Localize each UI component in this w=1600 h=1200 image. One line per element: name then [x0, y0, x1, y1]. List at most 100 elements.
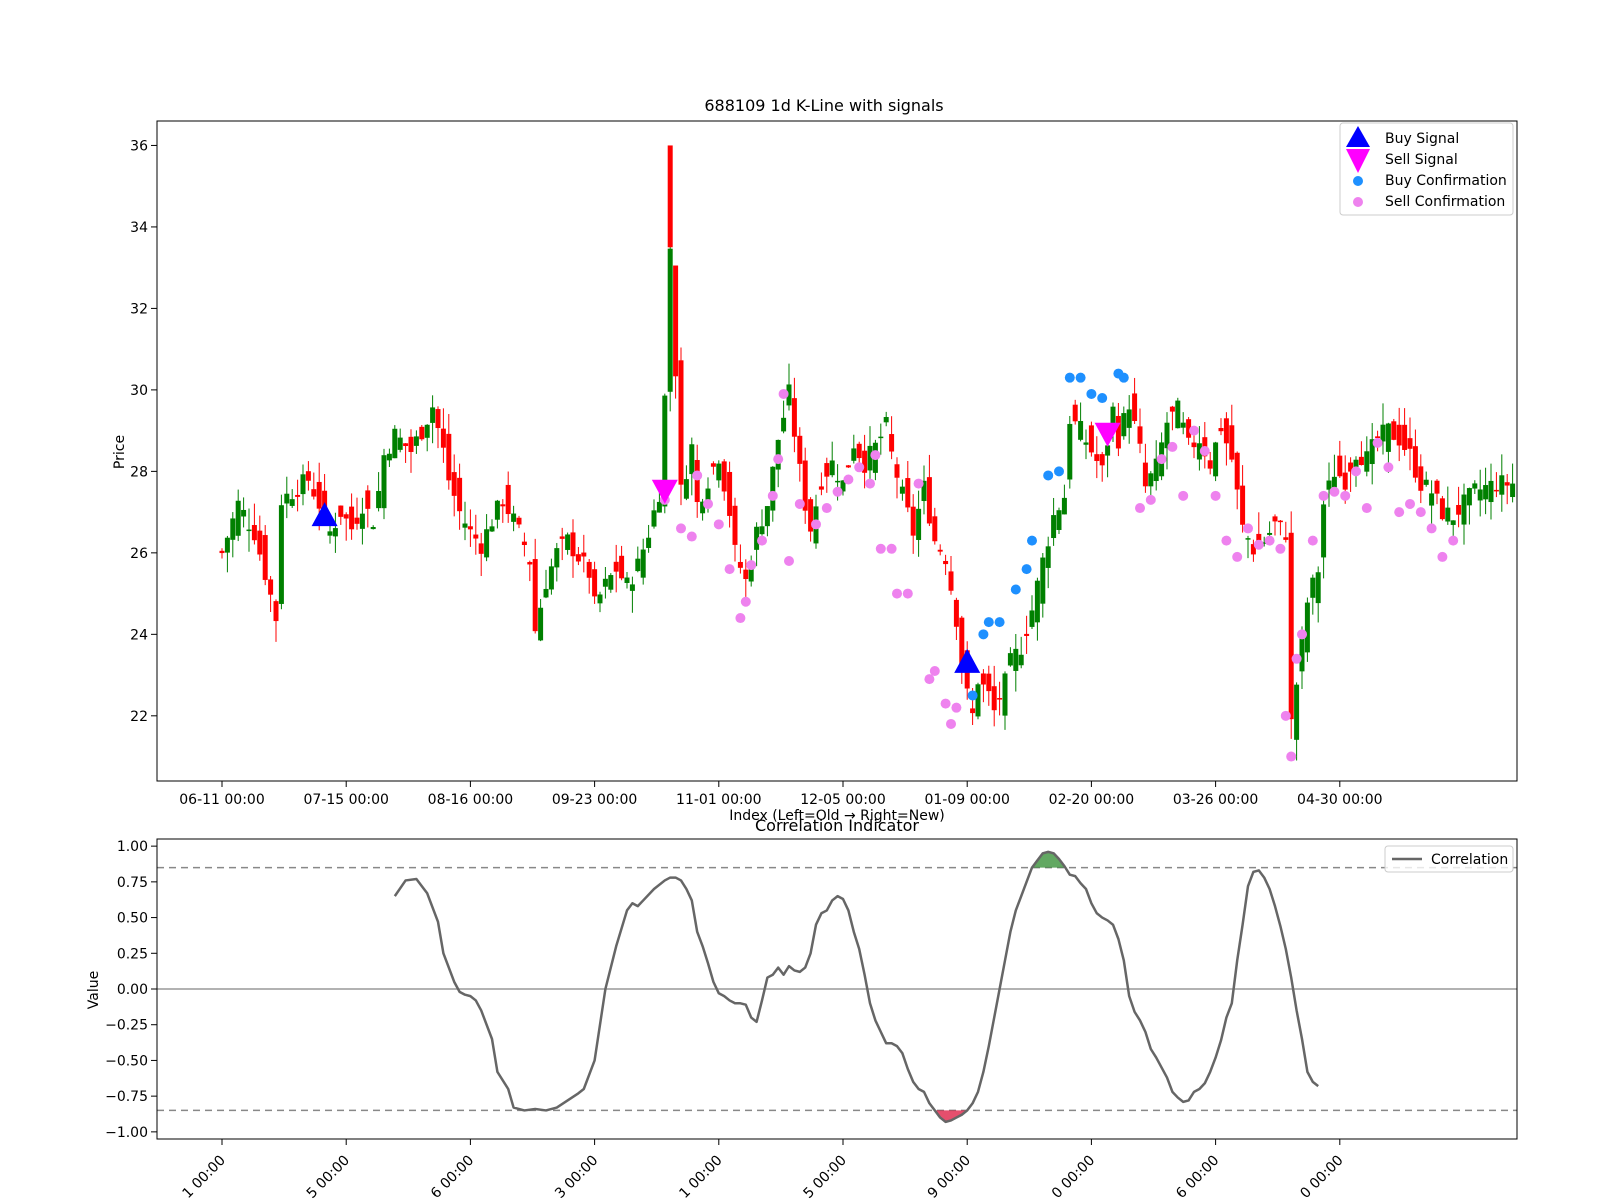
sell-confirmation-dot: [875, 543, 886, 554]
candle-body: [683, 479, 689, 499]
candle-body: [829, 460, 835, 476]
candle-body: [1213, 442, 1219, 477]
candle-body: [403, 443, 409, 447]
kline-ytick-label: 34: [130, 220, 148, 236]
candle-body: [1510, 483, 1516, 498]
candle-body: [500, 504, 506, 507]
candle-body: [678, 360, 684, 485]
candle-body: [316, 481, 322, 509]
legend-buy-confirmation-label: Buy Confirmation: [1385, 173, 1507, 189]
candle-body: [370, 527, 376, 530]
sell-confirmation-dot: [713, 519, 724, 530]
candle-body: [1223, 418, 1229, 444]
candle-body: [494, 500, 500, 520]
sell-confirmation-dot: [773, 454, 784, 465]
candle-body: [295, 494, 301, 497]
candle-body: [1493, 489, 1499, 492]
candle-body: [392, 428, 398, 459]
candle-body: [986, 673, 992, 692]
sell-confirmation-dot: [1253, 539, 1264, 550]
kline-y-axis: 22 24 26 28 30 32 34 36: [130, 138, 157, 725]
candle-body: [1456, 504, 1462, 515]
legend-buy-signal-label: Buy Signal: [1385, 131, 1459, 147]
candle-body: [278, 505, 284, 604]
candle-body: [710, 463, 716, 467]
buy-confirmation-dot: [994, 617, 1005, 628]
candle-body: [1207, 460, 1213, 469]
candle-body: [575, 554, 581, 562]
candle-body: [532, 559, 538, 632]
candle-body: [419, 426, 425, 440]
candle-body: [1142, 462, 1148, 487]
candle-body: [538, 607, 544, 641]
sell-confirmation-dot: [1210, 490, 1221, 501]
candle-body: [705, 488, 711, 501]
legend-sell-confirmation-icon: [1353, 197, 1363, 207]
sell-confirmation-dot: [746, 560, 757, 571]
correlation-xtick-label: 5 00:00: [304, 1153, 353, 1200]
candle-body: [721, 461, 727, 492]
candle-body: [1358, 456, 1364, 466]
candle-body: [1299, 634, 1305, 672]
candle-body: [246, 529, 252, 532]
sell-confirmation-dot: [740, 596, 751, 607]
sell-confirmation-dot: [1361, 503, 1372, 514]
candle-body: [365, 490, 371, 509]
confirmations-layer: [659, 368, 1459, 762]
candle-body: [354, 517, 360, 524]
correlation-xtick-label: 0 00:00: [1049, 1153, 1098, 1200]
sell-confirmation-dot: [1178, 490, 1189, 501]
buy-confirmation-dot: [1054, 466, 1064, 477]
candle-body: [219, 550, 225, 554]
sell-confirmation-dot: [1426, 523, 1437, 534]
sell-confirmation-dot: [1135, 503, 1145, 514]
candle-body: [1180, 422, 1186, 428]
candle-body: [689, 444, 695, 475]
sell-confirmation-dot: [913, 478, 924, 489]
candle-body: [1337, 455, 1343, 477]
candle-body: [899, 486, 905, 494]
correlation-xtick-label: 3 00:00: [552, 1153, 601, 1200]
sell-confirmation-dot: [676, 523, 686, 534]
candle-body: [1121, 413, 1127, 437]
candle-body: [1067, 423, 1073, 480]
sell-confirmation-dot: [724, 564, 735, 575]
sell-confirmation-dot: [902, 588, 913, 599]
correlation-ytick-label: −1.00: [105, 1125, 148, 1141]
candle-body: [1304, 602, 1310, 653]
sell-confirmation-dot: [1264, 535, 1275, 546]
sell-confirmation-dot: [1243, 523, 1253, 534]
candle-body: [1051, 515, 1057, 539]
candle-body: [797, 435, 803, 464]
candle-body: [1272, 516, 1278, 522]
candle-body: [1504, 482, 1510, 486]
candle-body: [1013, 648, 1019, 671]
candle-body: [1288, 532, 1294, 720]
sell-confirmation-dot: [1405, 498, 1415, 509]
candle-body: [548, 566, 554, 590]
sell-confirmation-dot: [865, 478, 875, 489]
candle-body: [1045, 546, 1051, 568]
kline-title: 688109 1d K-Line with signals: [704, 96, 943, 115]
candle-body: [284, 493, 290, 504]
kline-axes-frame: [156, 120, 1518, 782]
sell-confirmation-dot: [794, 498, 805, 509]
correlation-ytick-label: 0.00: [117, 982, 148, 998]
candle-body: [1445, 507, 1451, 522]
correlation-xtick-label: 1 00:00: [180, 1153, 229, 1200]
candle-body: [592, 569, 598, 597]
sell-confirmation-dot: [1189, 425, 1199, 436]
sell-signal-marker: [651, 479, 678, 504]
candle-body: [241, 509, 247, 517]
sell-confirmation-dot: [1372, 437, 1383, 448]
candle-body: [781, 417, 787, 432]
candle-body: [1002, 673, 1008, 716]
candle-body: [970, 708, 976, 714]
sell-confirmation-dot: [929, 666, 940, 676]
sell-confirmation-dot: [1297, 629, 1307, 640]
candle-body: [845, 465, 851, 468]
legend-sell-signal-label: Sell Signal: [1385, 152, 1458, 168]
candle-body: [1396, 424, 1402, 446]
sell-confirmation-dot: [940, 698, 951, 709]
candle-body: [262, 535, 268, 580]
